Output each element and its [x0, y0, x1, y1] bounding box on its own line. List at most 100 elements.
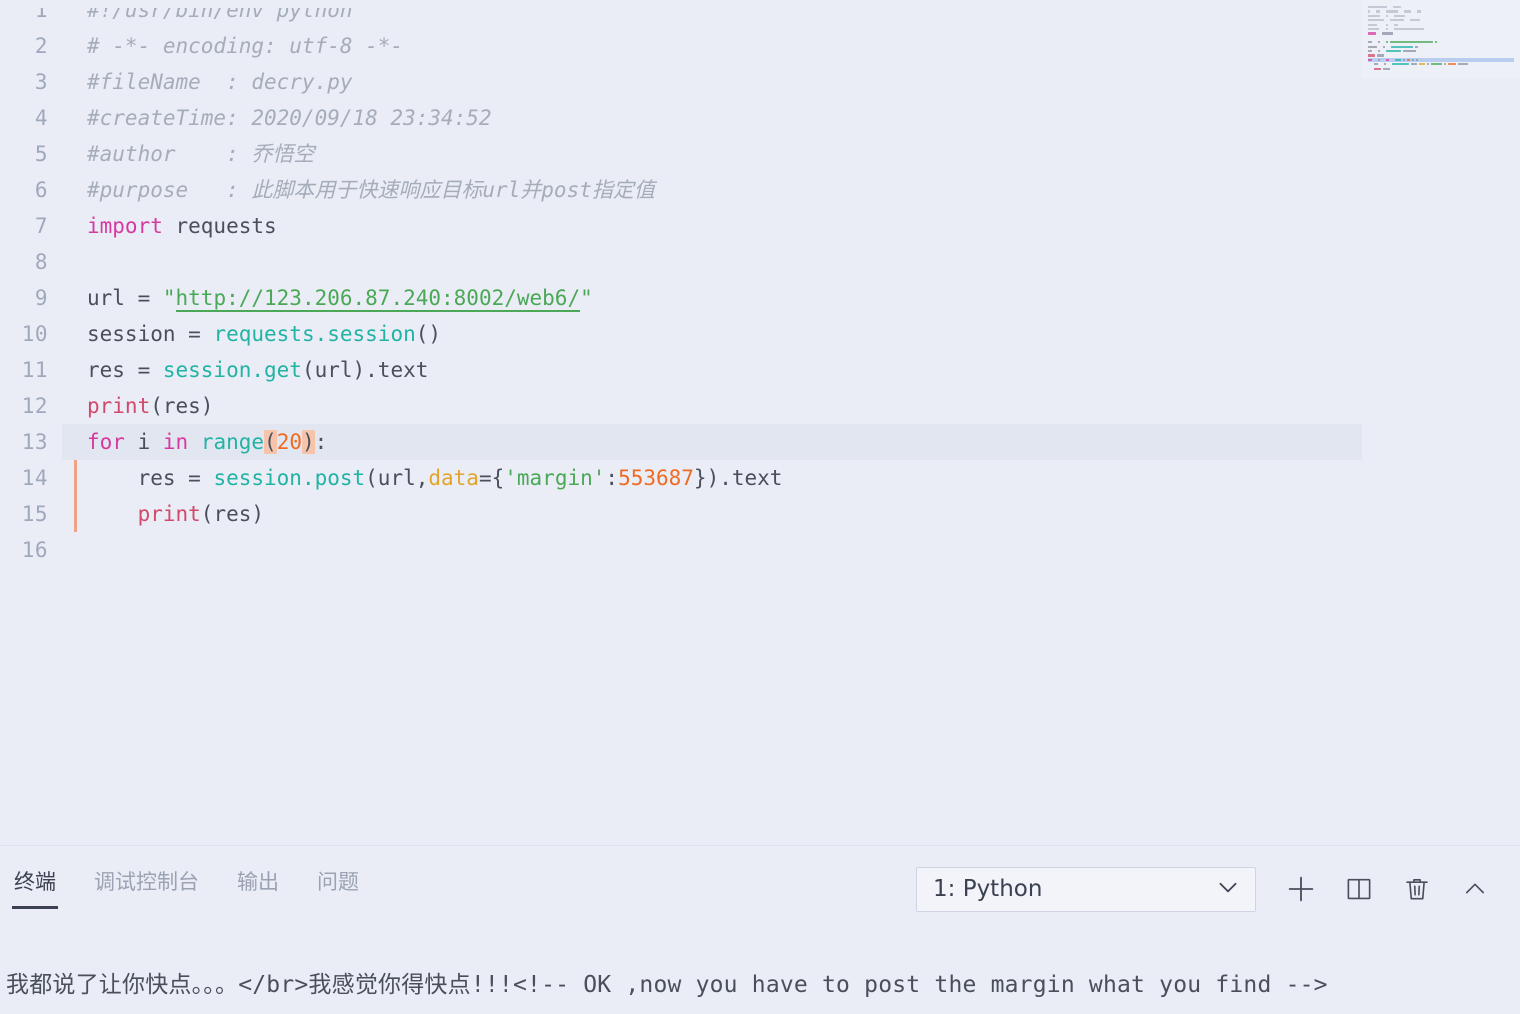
minimap-token	[1382, 59, 1384, 60]
code-token: res =	[87, 358, 163, 382]
line-content[interactable]: import requests	[62, 208, 1362, 244]
minimap-token	[1415, 45, 1418, 48]
minimap-token	[1419, 63, 1425, 66]
panel-tab-list[interactable]: 终端 调试控制台 输出 问题	[12, 861, 361, 917]
minimap-token	[1390, 24, 1392, 25]
terminal-select[interactable]: 1: Python	[916, 866, 1256, 912]
minimap-token	[1383, 45, 1386, 48]
split-terminal-button[interactable]	[1336, 866, 1382, 912]
chevron-down-icon	[1215, 874, 1241, 905]
minimap[interactable]	[1362, 0, 1520, 78]
code-editor[interactable]: 1 #!/usr/bin/env python 2 # -*- encoding: u…	[0, 0, 1520, 845]
line-number: 2	[34, 34, 48, 58]
minimap-token	[1379, 46, 1381, 47]
minimap-token	[1409, 19, 1421, 22]
code-line[interactable]: 9 url = "http://123.206.87.240:8002/web6/…	[0, 280, 1362, 316]
minimap-token	[1386, 41, 1389, 44]
bottom-panel: 终端 调试控制台 输出 问题 1: Python 我都说了让你快点。。。</br…	[0, 846, 1520, 1014]
code-lines-container[interactable]: 1 #!/usr/bin/env python 2 # -*- encoding: u…	[0, 0, 1362, 568]
code-token: #purpose : 此脚本用于快速响应目标url并post指定值	[87, 178, 655, 202]
code-token: (res)	[150, 394, 214, 418]
minimap-token	[1368, 50, 1373, 53]
tab-output[interactable]: 输出	[235, 861, 281, 897]
line-number: 9	[34, 286, 48, 310]
code-line[interactable]: 7 import requests	[0, 208, 1362, 244]
minimap-token	[1426, 63, 1430, 66]
new-terminal-button[interactable]	[1278, 866, 1324, 912]
code-token: range	[200, 430, 265, 454]
line-content[interactable]: #author : 乔悟空	[62, 136, 1362, 172]
line-content[interactable]: #createTime: 2020/09/18 23:34:52	[62, 100, 1362, 136]
line-content[interactable]	[62, 244, 1362, 280]
line-content[interactable]: #purpose : 此脚本用于快速响应目标url并post指定值	[62, 172, 1362, 208]
minimap-token	[1382, 15, 1384, 16]
tab-problems[interactable]: 问题	[315, 861, 361, 897]
line-content[interactable]: print(res)	[62, 388, 1362, 424]
line-content[interactable]	[62, 532, 1362, 568]
minimap-token	[1402, 50, 1417, 53]
code-line[interactable]: 10 session = requests.session()	[0, 316, 1362, 352]
minimap-token	[1382, 32, 1393, 35]
code-line[interactable]: 14 res = session.post(url,data={'margin'…	[0, 460, 1362, 496]
minimap-token	[1385, 23, 1388, 26]
minimap-token	[1392, 63, 1409, 66]
code-line[interactable]: 11 res = session.get(url).text	[0, 352, 1362, 388]
code-line[interactable]: 12 print(res)	[0, 388, 1362, 424]
terminal-output[interactable]: 我都说了让你快点。。。</br>我感觉你得快点!!!<!-- OK ,now y…	[0, 932, 1520, 1014]
code-token: (url).text	[301, 358, 429, 382]
code-token: 20	[276, 430, 302, 454]
minimap-token	[1412, 58, 1415, 61]
minimap-token	[1383, 67, 1390, 70]
code-token: requests	[162, 214, 277, 238]
line-content[interactable]: for i in range(20):	[62, 424, 1362, 460]
minimap-token	[1368, 14, 1381, 18]
tab-debug-console[interactable]: 调试控制台	[92, 861, 201, 897]
minimap-token	[1416, 58, 1419, 61]
minimap-line	[1368, 71, 1514, 75]
code-token: session.post	[213, 466, 366, 490]
minimap-token	[1410, 63, 1418, 66]
line-content[interactable]: #fileName : decry.py	[62, 64, 1362, 100]
code-line[interactable]: 5 #author : 乔悟空	[0, 136, 1362, 172]
line-content[interactable]: url = "http://123.206.87.240:8002/web6/"	[62, 280, 1362, 316]
kill-terminal-button[interactable]	[1394, 866, 1440, 912]
code-token: (res)	[200, 502, 265, 526]
minimap-token	[1400, 11, 1402, 12]
terminal-output-line: 我都说了让你快点。。。</br>我感觉你得快点!!!<!-- OK ,now y…	[6, 972, 1328, 998]
code-line[interactable]: 8	[0, 244, 1362, 280]
minimap-token	[1374, 51, 1376, 52]
line-content[interactable]: session = requests.session()	[62, 316, 1362, 352]
tab-terminal[interactable]: 终端	[12, 861, 58, 909]
code-token: (url,	[365, 466, 429, 490]
line-number: 6	[34, 178, 48, 202]
minimap-token	[1378, 58, 1381, 61]
line-content[interactable]: res = session.post(url,data={'margin':55…	[62, 460, 1362, 496]
minimap-token	[1386, 50, 1401, 53]
line-content[interactable]: res = session.get(url).text	[62, 352, 1362, 388]
minimap-token	[1386, 14, 1389, 18]
minimap-token	[1391, 59, 1393, 60]
code-line[interactable]: 15 print(res)	[0, 496, 1362, 532]
code-token: in	[162, 430, 189, 454]
minimap-token	[1390, 29, 1392, 30]
line-content[interactable]: # -*- encoding: utf-8 -*-	[62, 28, 1362, 64]
minimap-token	[1368, 58, 1373, 61]
code-line[interactable]: 3 #fileName : decry.py	[0, 64, 1362, 100]
code-line[interactable]: 16	[0, 532, 1362, 568]
panel-actions	[1278, 866, 1498, 912]
code-line[interactable]: 6 #purpose : 此脚本用于快速响应目标url并post指定值	[0, 172, 1362, 208]
collapse-panel-button[interactable]	[1452, 866, 1498, 912]
code-token: :	[314, 430, 328, 454]
minimap-token	[1368, 41, 1373, 44]
minimap-token	[1403, 58, 1406, 61]
code-line[interactable]: 13 for i in range(20):	[0, 424, 1362, 460]
minimap-token	[1368, 64, 1372, 65]
code-line[interactable]: 4 #createTime: 2020/09/18 23:34:52	[0, 100, 1362, 136]
indent-guide	[74, 460, 77, 496]
code-line[interactable]: 2 # -*- encoding: utf-8 -*-	[0, 28, 1362, 64]
line-content[interactable]: print(res)	[62, 496, 1362, 532]
minimap-token	[1368, 23, 1378, 26]
code-token: )	[302, 430, 315, 454]
code-token: (	[264, 430, 277, 454]
minimap-token	[1394, 28, 1424, 31]
